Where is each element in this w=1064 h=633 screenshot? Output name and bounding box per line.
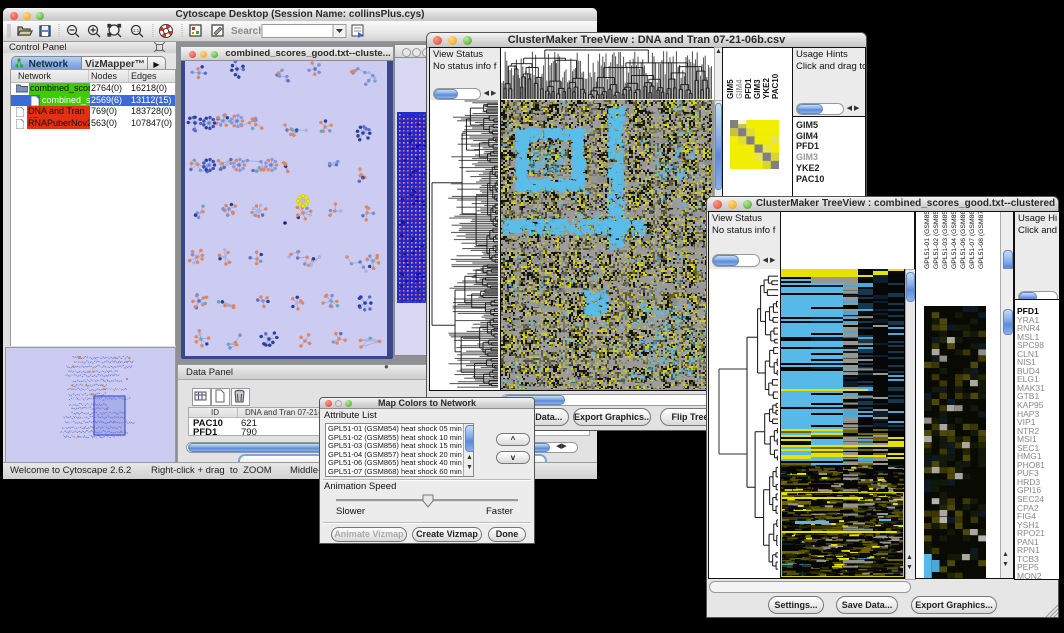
svg-text:GPL51-03 (GSM856): GPL51-03 (GSM856) [942,212,949,269]
svg-text:GPL51-01 (GSM854): GPL51-01 (GSM854) [924,212,931,269]
svg-text:PFD1: PFD1 [744,78,753,99]
svg-text:PAC10: PAC10 [771,73,780,99]
svg-text:GPL51-07 (GSM868): GPL51-07 (GSM868) [969,212,976,269]
svg-text:GPL51-02 (GSM855): GPL51-02 (GSM855) [933,212,940,269]
svg-text:1:1: 1:1 [133,28,140,33]
svg-text:GPL51-08 (GSM872): GPL51-08 (GSM872) [978,212,985,269]
svg-text:GPL51-04 (GSM857): GPL51-04 (GSM857) [951,212,958,269]
svg-text:GPL51-06 (GSM865): GPL51-06 (GSM865) [960,212,967,269]
svg-text:GIM4: GIM4 [735,79,744,99]
svg-text:YKE2: YKE2 [762,78,771,99]
svg-text:GIM3: GIM3 [753,79,762,99]
svg-text:GIM5: GIM5 [726,79,735,99]
